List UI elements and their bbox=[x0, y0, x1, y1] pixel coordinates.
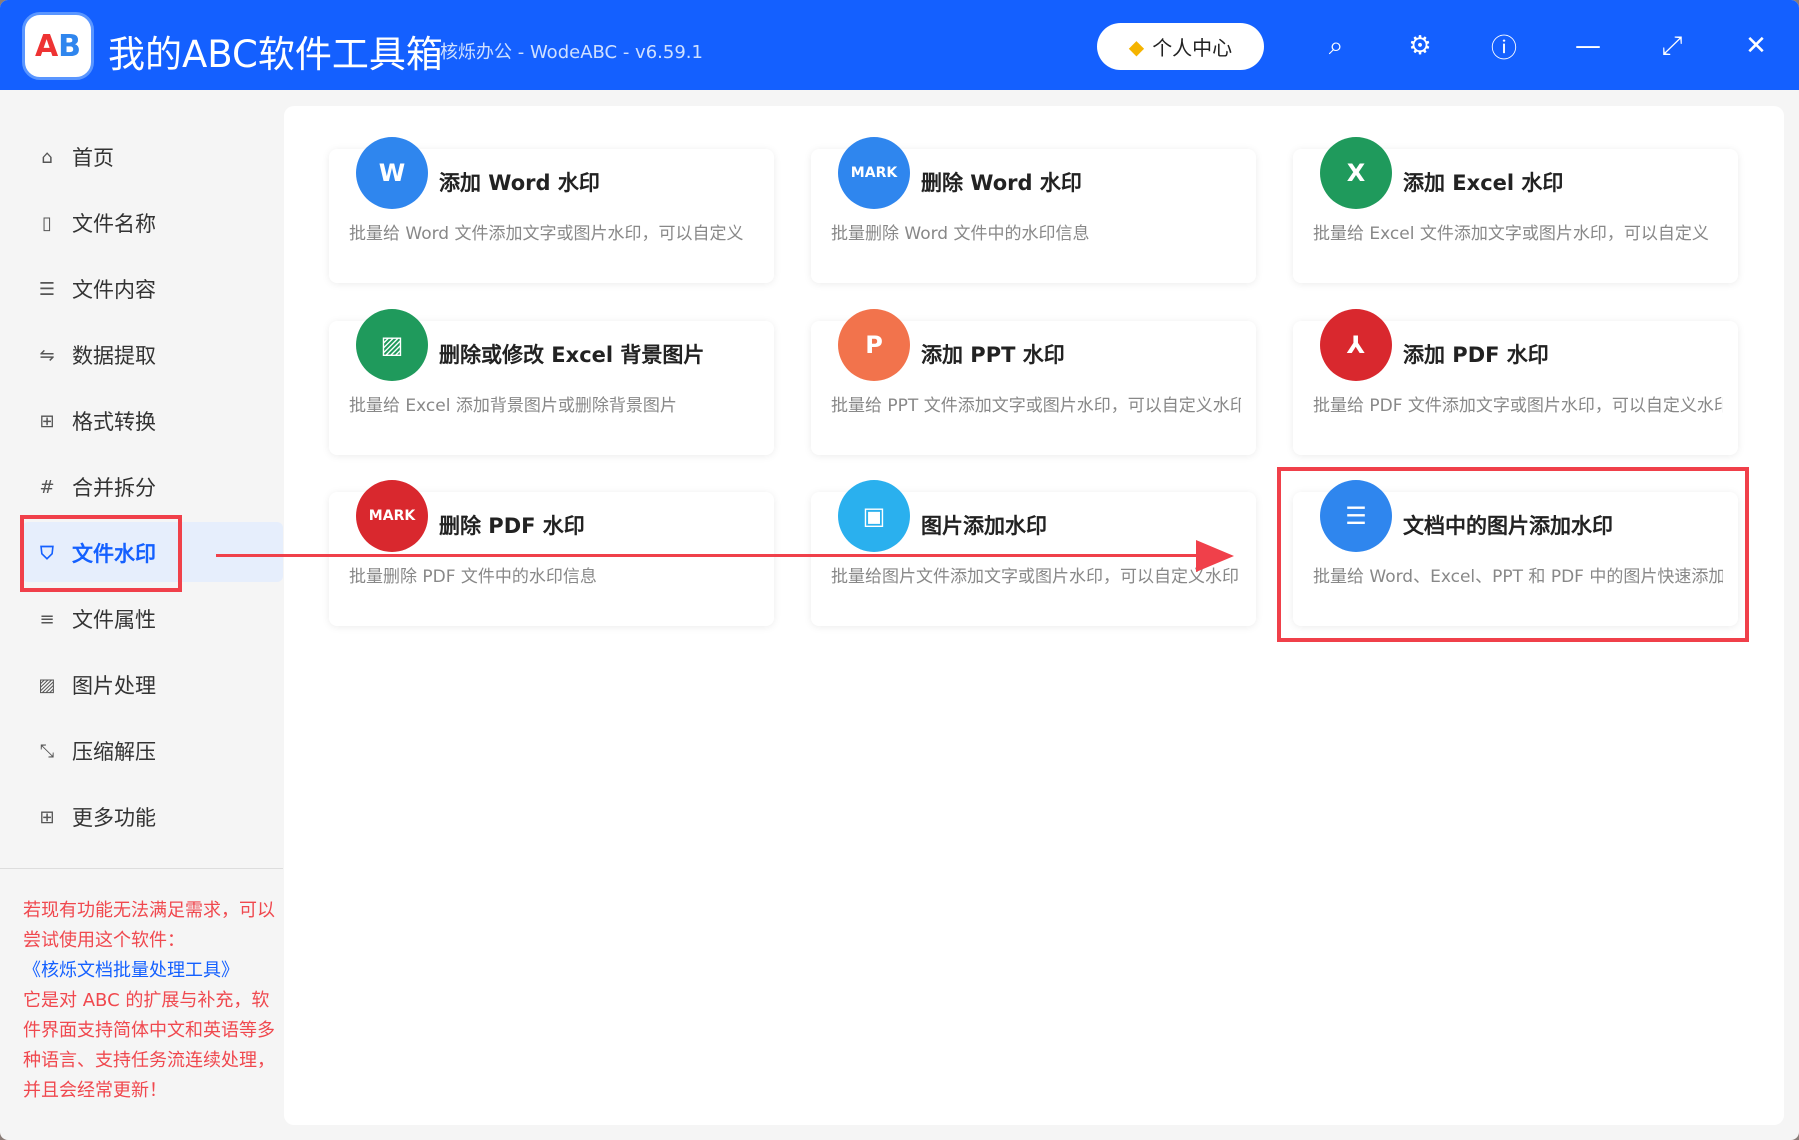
tool-card[interactable]: MARK删除 PDF 水印批量删除 PDF 文件中的水印信息 bbox=[329, 492, 774, 626]
highlight-box-card bbox=[1277, 467, 1749, 642]
card-description: 批量给 Excel 添加背景图片或删除背景图片 bbox=[349, 391, 759, 416]
app-subtitle: 核烁办公 - WodeABC - v6.59.1 bbox=[440, 38, 703, 64]
excel-background-icon: ▨ bbox=[356, 309, 428, 381]
sidebar-item[interactable]: ▨ 图片处理 bbox=[36, 660, 156, 710]
tool-card[interactable]: ▣图片添加水印批量给图片文件添加文字或图片水印，可以自定义水印 bbox=[811, 492, 1256, 626]
card-title: 添加 Excel 水印 bbox=[1403, 167, 1563, 197]
merge-split-icon: # bbox=[36, 477, 58, 498]
sidebar-divider bbox=[0, 868, 283, 869]
file-content-icon: ☰ bbox=[36, 279, 58, 300]
card-description: 批量给 Excel 文件添加文字或图片水印，可以自定义 bbox=[1313, 219, 1723, 244]
sidebar-item-label: 更多功能 bbox=[72, 802, 156, 832]
tool-card[interactable]: ⅄添加 PDF 水印批量给 PDF 文件添加文字或图片水印，可以自定义水印 bbox=[1293, 321, 1738, 455]
sidebar-item[interactable]: ☰ 文件内容 bbox=[36, 264, 156, 314]
sidebar-item[interactable]: ▯ 文件名称 bbox=[36, 198, 156, 248]
image-icon: ▨ bbox=[36, 675, 58, 696]
remove-mark-icon: MARK bbox=[838, 137, 910, 209]
card-title: 添加 PDF 水印 bbox=[1403, 339, 1549, 369]
maximize-icon[interactable]: ⤢ bbox=[1652, 26, 1692, 66]
data-extract-icon: ⇋ bbox=[36, 345, 58, 366]
app-logo: AB bbox=[22, 12, 94, 80]
card-description: 批量给 PDF 文件添加文字或图片水印，可以自定义水印 bbox=[1313, 391, 1723, 416]
card-description: 批量删除 PDF 文件中的水印信息 bbox=[349, 562, 759, 587]
sidebar-item[interactable]: ⊞ 更多功能 bbox=[36, 792, 156, 842]
tool-card[interactable]: P添加 PPT 水印批量给 PPT 文件添加文字或图片水印，可以自定义水印 bbox=[811, 321, 1256, 455]
excel-watermark-icon: X bbox=[1320, 137, 1392, 209]
sidebar-item[interactable]: ⊞ 格式转换 bbox=[36, 396, 156, 446]
remove-pdf-mark-icon: MARK bbox=[356, 480, 428, 552]
card-title: 删除 PDF 水印 bbox=[439, 510, 585, 540]
home-icon: ⌂ bbox=[36, 147, 58, 168]
help-icon[interactable]: ⓘ bbox=[1484, 26, 1524, 66]
card-title: 图片添加水印 bbox=[921, 510, 1047, 540]
card-description: 批量给 Word 文件添加文字或图片水印，可以自定义 bbox=[349, 219, 759, 244]
file-properties-icon: ≡ bbox=[36, 609, 58, 630]
note-link[interactable]: 《核烁文档批量处理工具》 bbox=[23, 956, 283, 986]
close-icon[interactable]: ✕ bbox=[1736, 26, 1776, 66]
sidebar-note: 若现有功能无法满足需求，可以尝试使用这个软件： 《核烁文档批量处理工具》 它是对… bbox=[23, 896, 283, 1106]
card-title: 删除或修改 Excel 背景图片 bbox=[439, 339, 704, 369]
search-icon[interactable]: ⌕ bbox=[1316, 26, 1356, 66]
sidebar-item-label: 文件名称 bbox=[72, 208, 156, 238]
diamond-icon: ◆ bbox=[1129, 35, 1144, 59]
sidebar-item[interactable]: # 合并拆分 bbox=[36, 462, 156, 512]
sidebar-item[interactable]: ⤡ 压缩解压 bbox=[36, 726, 156, 776]
image-watermark-icon: ▣ bbox=[838, 480, 910, 552]
sidebar-item-label: 文件属性 bbox=[72, 604, 156, 634]
format-convert-icon: ⊞ bbox=[36, 411, 58, 432]
personal-center-label: 个人中心 bbox=[1152, 32, 1232, 61]
ppt-watermark-icon: P bbox=[838, 309, 910, 381]
personal-center-button[interactable]: ◆ 个人中心 bbox=[1097, 23, 1264, 70]
annotation-arrow bbox=[216, 554, 1216, 557]
pdf-watermark-icon: ⅄ bbox=[1320, 309, 1392, 381]
minimize-icon[interactable]: — bbox=[1568, 26, 1608, 66]
card-description: 批量给图片文件添加文字或图片水印，可以自定义水印 bbox=[831, 562, 1241, 587]
sidebar-item-label: 图片处理 bbox=[72, 670, 156, 700]
sidebar-item-label: 数据提取 bbox=[72, 340, 156, 370]
arrow-head bbox=[1196, 540, 1234, 572]
sidebar-item-label: 压缩解压 bbox=[72, 736, 156, 766]
compress-icon: ⤡ bbox=[36, 741, 58, 762]
sidebar-item-label: 合并拆分 bbox=[72, 472, 156, 502]
gear-icon[interactable]: ⚙ bbox=[1400, 26, 1440, 66]
tool-card[interactable]: X添加 Excel 水印批量给 Excel 文件添加文字或图片水印，可以自定义 bbox=[1293, 149, 1738, 283]
sidebar-item[interactable]: ≡ 文件属性 bbox=[36, 594, 156, 644]
card-title: 添加 Word 水印 bbox=[439, 167, 600, 197]
title-bar: AB 我的ABC软件工具箱 核烁办公 - WodeABC - v6.59.1 ◆… bbox=[0, 0, 1799, 90]
tool-card[interactable]: MARK删除 Word 水印批量删除 Word 文件中的水印信息 bbox=[811, 149, 1256, 283]
sidebar-item-label: 首页 bbox=[72, 142, 114, 172]
app-title: 我的ABC软件工具箱 bbox=[108, 24, 443, 78]
sidebar-item-label: 格式转换 bbox=[72, 406, 156, 436]
tool-card[interactable]: W添加 Word 水印批量给 Word 文件添加文字或图片水印，可以自定义 bbox=[329, 149, 774, 283]
note-text-2: 它是对 ABC 的扩展与补充，软件界面支持简体中文和英语等多种语言、支持任务流连… bbox=[23, 990, 275, 1101]
sidebar-item-label: 文件内容 bbox=[72, 274, 156, 304]
sidebar-item[interactable]: ⌂ 首页 bbox=[36, 132, 114, 182]
file-name-icon: ▯ bbox=[36, 213, 58, 234]
card-title: 删除 Word 水印 bbox=[921, 167, 1082, 197]
sidebar: ⌂首页▯文件名称☰文件内容⇋数据提取⊞格式转换#合并拆分⛉文件水印≡文件属性▨图… bbox=[0, 90, 283, 1140]
more-icon: ⊞ bbox=[36, 807, 58, 828]
app-window: AB 我的ABC软件工具箱 核烁办公 - WodeABC - v6.59.1 ◆… bbox=[0, 0, 1799, 1140]
tool-card[interactable]: ▨删除或修改 Excel 背景图片批量给 Excel 添加背景图片或删除背景图片 bbox=[329, 321, 774, 455]
highlight-box-sidebar bbox=[20, 515, 182, 592]
word-watermark-icon: W bbox=[356, 137, 428, 209]
card-title: 添加 PPT 水印 bbox=[921, 339, 1065, 369]
card-description: 批量删除 Word 文件中的水印信息 bbox=[831, 219, 1241, 244]
sidebar-item[interactable]: ⇋ 数据提取 bbox=[36, 330, 156, 380]
note-text: 若现有功能无法满足需求，可以尝试使用这个软件： bbox=[23, 900, 275, 951]
card-description: 批量给 PPT 文件添加文字或图片水印，可以自定义水印 bbox=[831, 391, 1241, 416]
